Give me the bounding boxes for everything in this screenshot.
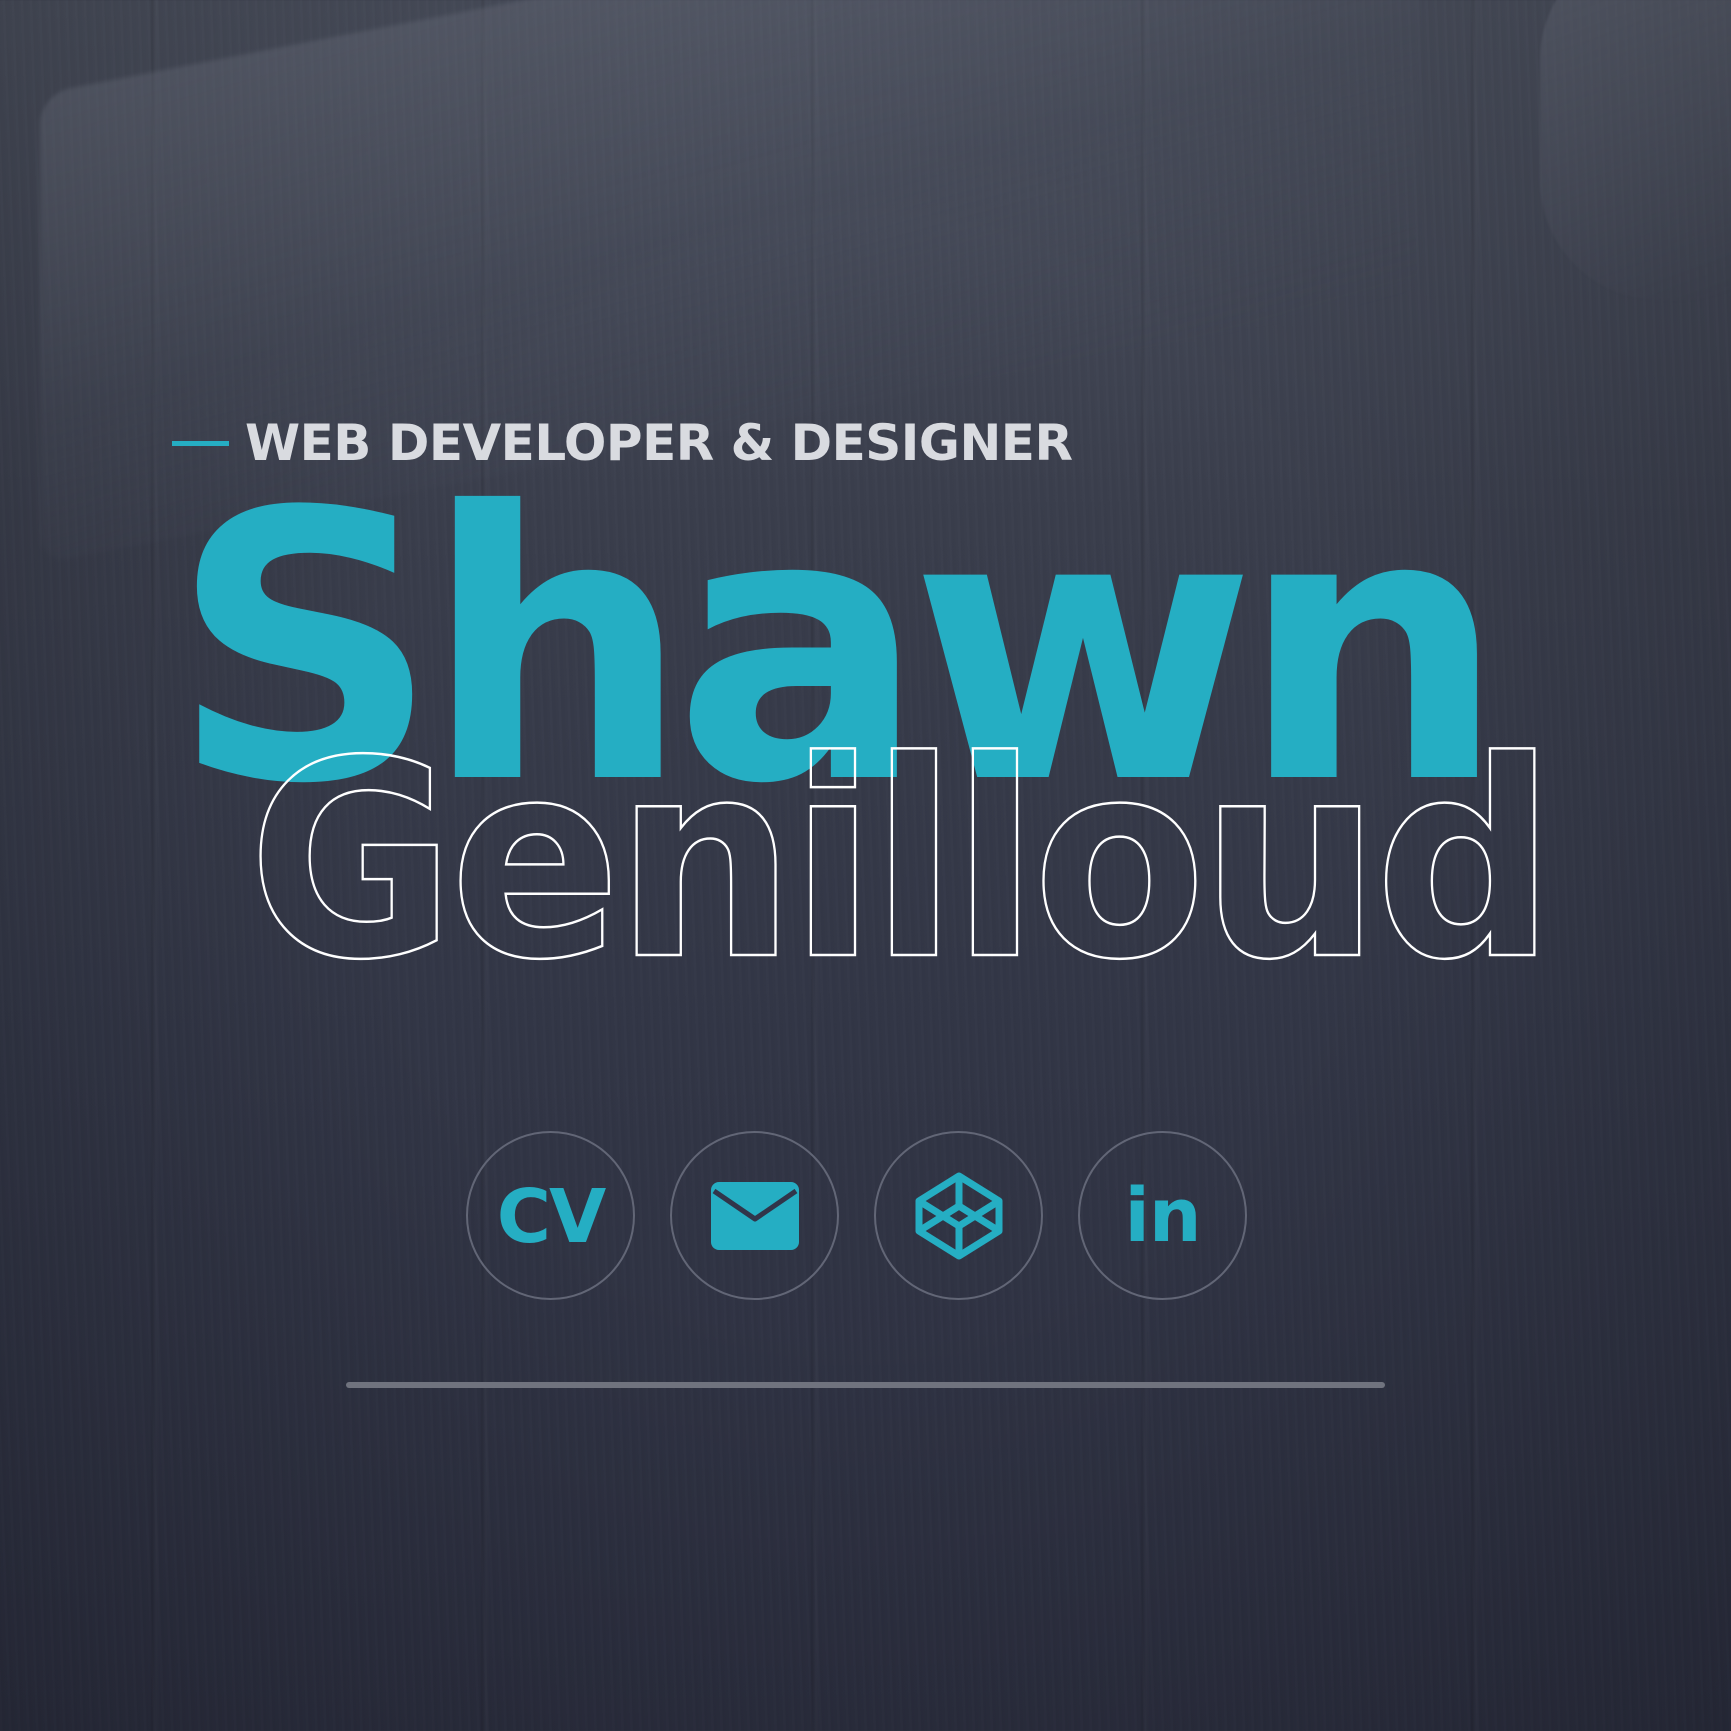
hero-name: Shawn Genilloud (170, 435, 1557, 1021)
linkedin-button[interactable]: in (1078, 1131, 1247, 1300)
linkedin-icon: in (1124, 1172, 1201, 1259)
codepen-button[interactable] (874, 1131, 1043, 1300)
divider (346, 1382, 1385, 1388)
envelope-icon (710, 1181, 799, 1250)
cv-button[interactable]: CV (466, 1131, 635, 1300)
email-button[interactable] (670, 1131, 839, 1300)
cv-icon: CV (496, 1173, 607, 1260)
hero-last-name: Genilloud (248, 704, 1550, 1020)
codepen-icon (915, 1172, 1002, 1259)
social-links: CV in (466, 1131, 1247, 1300)
